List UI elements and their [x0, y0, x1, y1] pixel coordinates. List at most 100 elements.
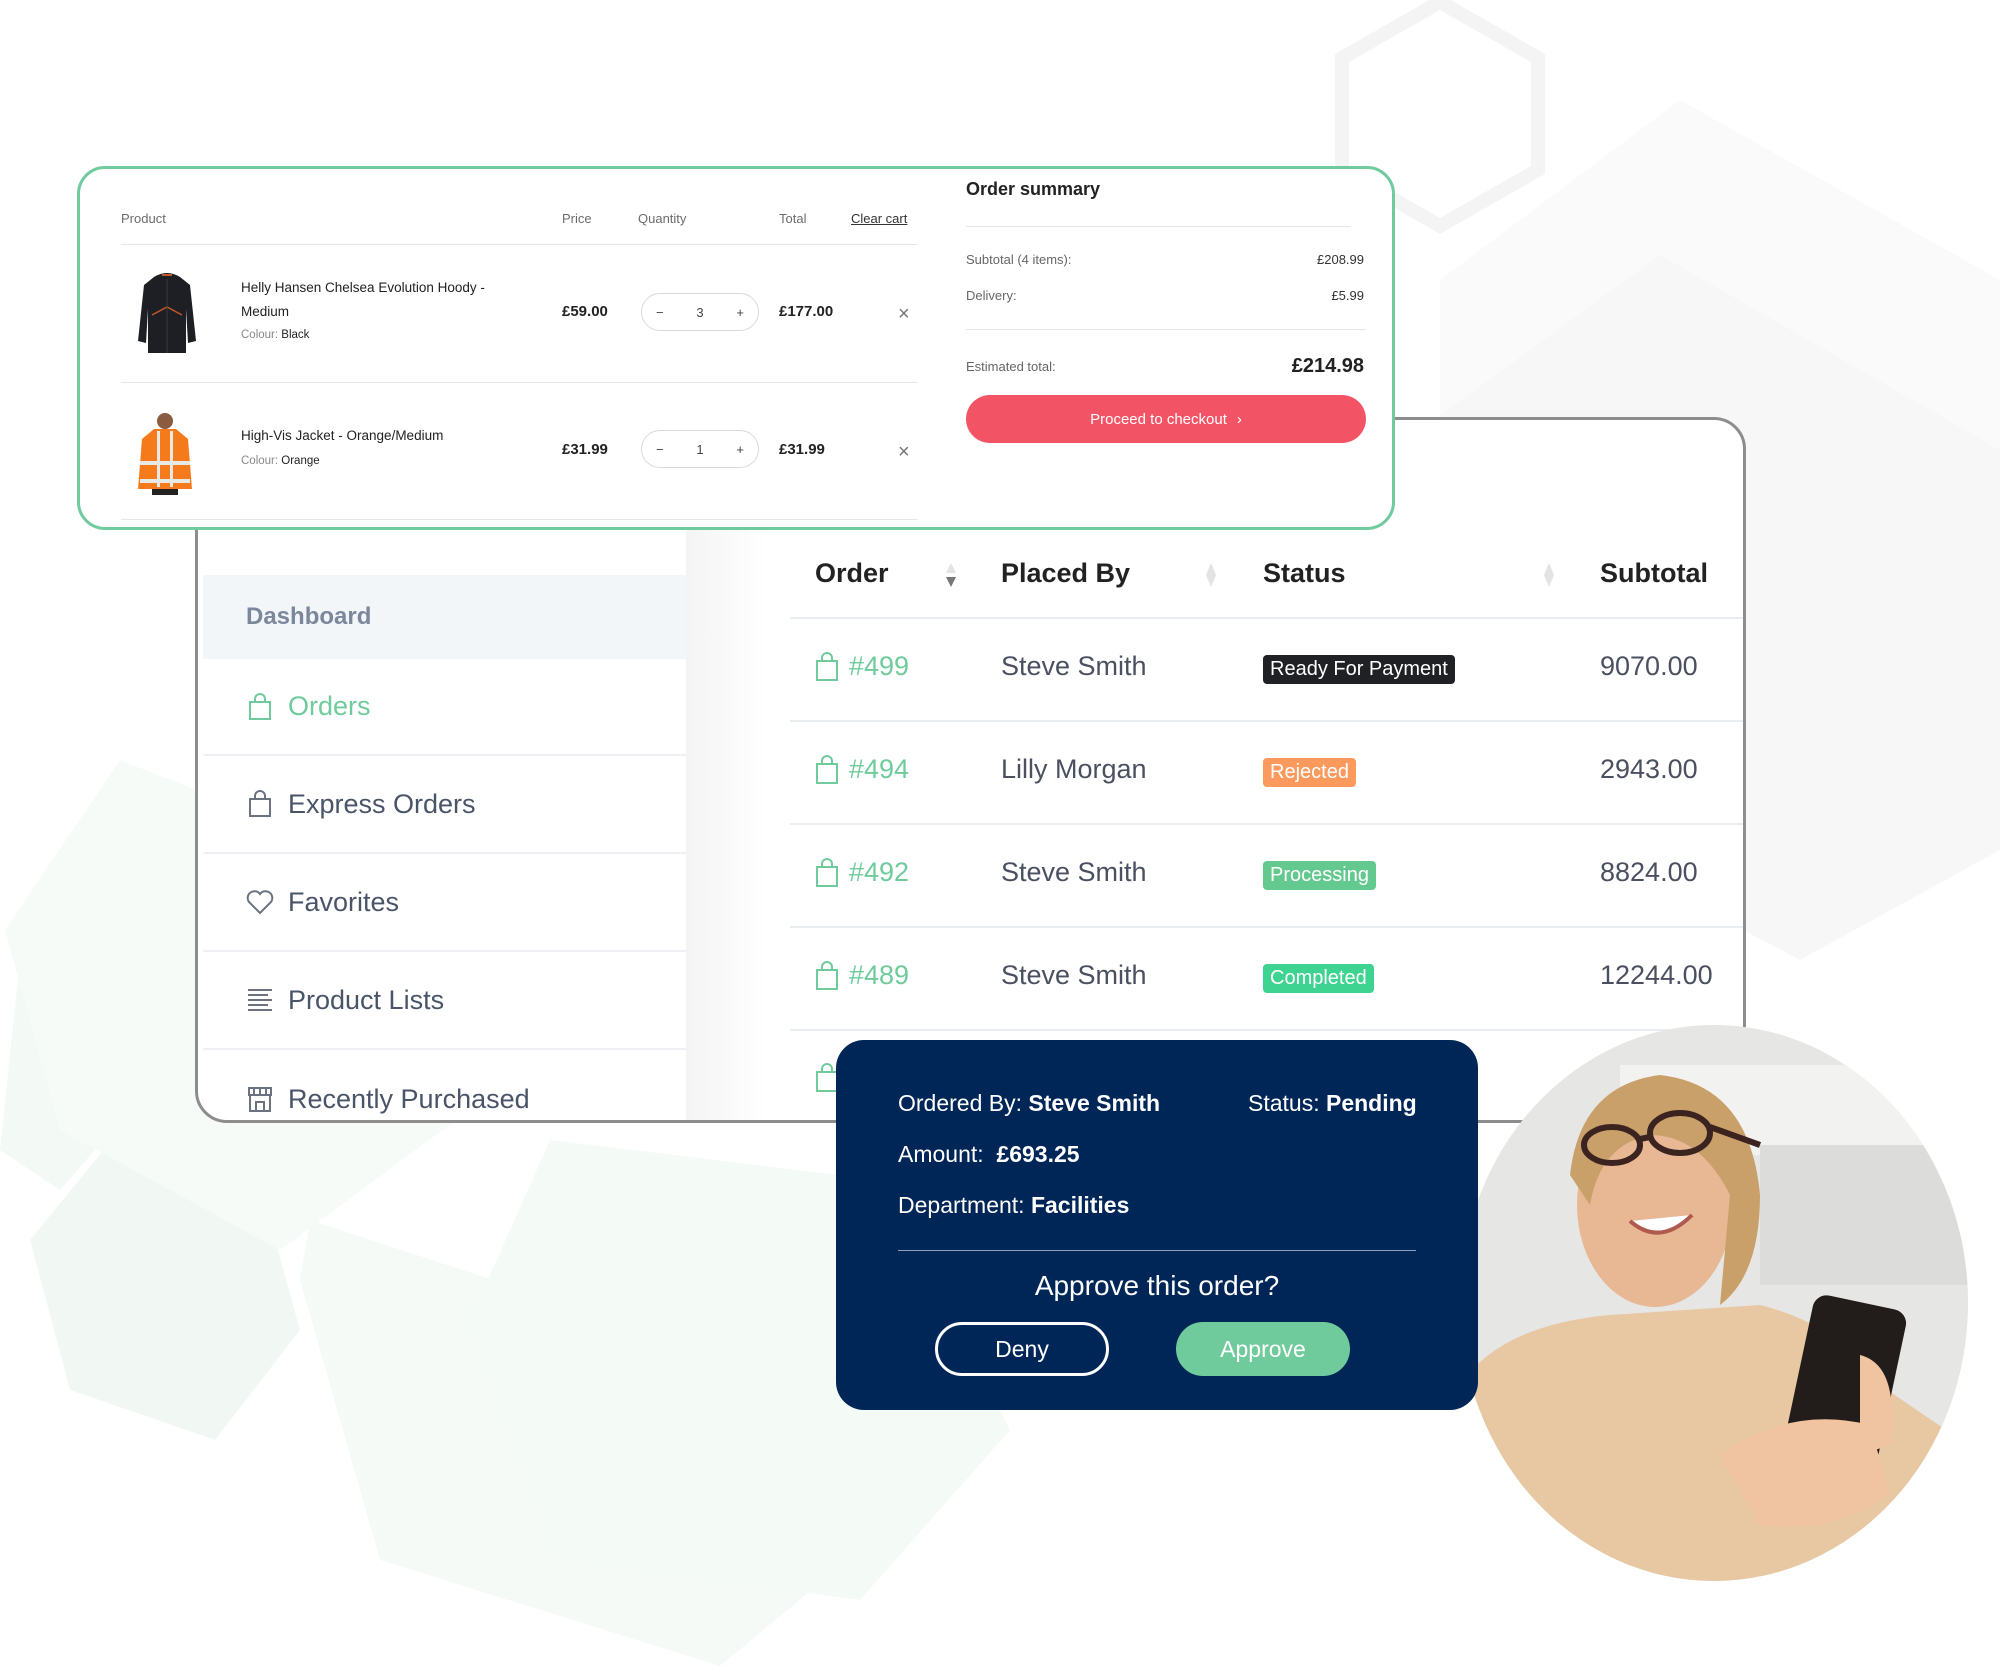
checkout-label: Proceed to checkout — [1090, 410, 1227, 428]
placed-by: Steve Smith — [1001, 651, 1147, 681]
remove-item-icon[interactable]: × — [898, 303, 910, 326]
subtotal-label: Subtotal (4 items): — [966, 252, 1072, 267]
ordered-by: Ordered By: Steve Smith — [898, 1090, 1161, 1116]
increase-quantity-button[interactable]: + — [736, 305, 744, 320]
column-header-quantity: Quantity — [638, 211, 687, 226]
deny-button[interactable]: Deny — [935, 1322, 1109, 1376]
line-total: £31.99 — [779, 441, 825, 458]
clear-cart-link[interactable]: Clear cart — [851, 211, 907, 226]
order-link[interactable]: #489 — [815, 960, 909, 991]
status-badge: Ready For Payment — [1263, 655, 1455, 684]
sidebar-item-favorites[interactable]: Favorites — [203, 854, 686, 952]
sidebar-item-product-lists[interactable]: Product Lists — [203, 952, 686, 1050]
column-header-order[interactable]: Order — [815, 558, 889, 589]
increase-quantity-button[interactable]: + — [736, 442, 744, 457]
status-badge: Processing — [1263, 861, 1376, 890]
column-header-status[interactable]: Status — [1263, 558, 1346, 589]
product-image-orange-hi-vis-jacket — [138, 413, 192, 495]
column-header-placed-by[interactable]: Placed By — [1001, 558, 1130, 589]
divider — [121, 519, 917, 520]
shopping-bag-icon — [246, 692, 274, 721]
divider — [121, 244, 917, 245]
order-link[interactable]: #492 — [815, 857, 909, 888]
column-header-product: Product — [121, 211, 166, 226]
line-total: £177.00 — [779, 303, 834, 320]
store-icon — [246, 1085, 274, 1113]
shopping-bag-icon — [816, 754, 838, 784]
sort-desc-icon[interactable] — [944, 560, 958, 590]
divider — [966, 329, 1366, 330]
order-number: #489 — [849, 960, 910, 990]
sidebar-item-label: Favorites — [288, 886, 400, 917]
woman-with-phone-illustration — [1460, 1025, 1968, 1581]
product-colour: Colour: Orange — [241, 455, 320, 467]
order-link[interactable]: #494 — [815, 754, 909, 785]
quantity-value[interactable]: 1 — [696, 442, 703, 457]
placed-by: Steve Smith — [1001, 857, 1147, 887]
approve-button[interactable]: Approve — [1176, 1322, 1350, 1376]
decrease-quantity-button[interactable]: − — [656, 305, 664, 320]
sidebar-item-express-orders[interactable]: Express Orders — [203, 756, 686, 854]
sidebar-item-orders[interactable]: Orders — [203, 659, 686, 756]
product-colour: Colour: Black — [241, 329, 310, 341]
customer-photo — [1460, 1025, 1968, 1581]
subtotal: 9070.00 — [1600, 651, 1698, 681]
column-header-price: Price — [562, 211, 592, 226]
order-department: Department: Facilities — [898, 1192, 1130, 1218]
heart-icon — [246, 888, 274, 916]
divider — [121, 382, 917, 383]
product-image-black-hoody — [138, 273, 196, 353]
table-divider — [790, 617, 1743, 619]
order-number: #492 — [849, 857, 910, 887]
decrease-quantity-button[interactable]: − — [656, 442, 664, 457]
subtotal: 2943.00 — [1600, 754, 1698, 784]
shopping-bag-icon — [246, 790, 274, 818]
sort-icon[interactable] — [1542, 560, 1556, 590]
status-badge: Rejected — [1263, 758, 1356, 787]
order-amount: Amount: £693.25 — [898, 1141, 1080, 1167]
quantity-stepper[interactable]: − 1 + — [641, 430, 759, 468]
table-divider — [790, 823, 1743, 825]
shopping-cart-panel: Product Price Quantity Total Clear cart … — [77, 166, 1395, 530]
sidebar-item-recently-purchased[interactable]: Recently Purchased — [203, 1050, 686, 1120]
approval-question: Approve this order? — [1034, 1270, 1280, 1301]
order-number: #499 — [849, 651, 910, 681]
placed-by: Steve Smith — [1001, 960, 1147, 990]
column-header-total: Total — [779, 211, 807, 226]
sidebar-item-label: Recently Purchased — [288, 1083, 530, 1114]
shopping-bag-icon — [816, 960, 838, 990]
proceed-to-checkout-button[interactable]: Proceed to checkout › — [966, 395, 1366, 443]
table-divider — [790, 720, 1743, 722]
delivery-value: £5.99 — [1331, 288, 1364, 303]
list-icon — [246, 986, 274, 1014]
sort-icon[interactable] — [1204, 560, 1218, 590]
order-summary-title: Order summary — [966, 179, 1101, 199]
quantity-stepper[interactable]: − 3 + — [641, 293, 759, 331]
order-status: Status: Pending — [1248, 1090, 1417, 1116]
order-link[interactable]: #499 — [815, 651, 909, 682]
delivery-label: Delivery: — [966, 288, 1017, 303]
subtotal: 12244.00 — [1600, 960, 1713, 990]
status-badge: Completed — [1263, 964, 1374, 993]
placed-by: Lilly Morgan — [1001, 754, 1147, 784]
sidebar-item-label: Dashboard — [246, 603, 372, 630]
estimated-total-label: Estimated total: — [966, 359, 1056, 374]
product-name: Helly Hansen Chelsea Evolution Hoody - Me… — [241, 280, 485, 319]
subtotal: 8824.00 — [1600, 857, 1698, 887]
divider — [966, 226, 1351, 227]
order-approval-modal: Ordered By: Steve Smith Status: Pending … — [836, 1040, 1478, 1410]
order-number: #494 — [849, 754, 910, 784]
column-header-subtotal[interactable]: Subtotal — [1600, 558, 1708, 589]
unit-price: £59.00 — [562, 303, 608, 320]
sidebar-item-dashboard[interactable]: Dashboard — [203, 575, 686, 659]
subtotal-value: £208.99 — [1317, 252, 1364, 267]
sidebar-item-label: Express Orders — [288, 788, 476, 819]
quantity-value[interactable]: 3 — [696, 305, 703, 320]
divider — [898, 1250, 1416, 1251]
table-divider — [790, 926, 1743, 928]
shopping-bag-icon — [816, 651, 838, 681]
remove-item-icon[interactable]: × — [898, 441, 910, 464]
table-divider — [790, 1029, 1743, 1031]
shopping-bag-icon — [816, 857, 838, 887]
estimated-total-value: £214.98 — [1291, 355, 1364, 377]
